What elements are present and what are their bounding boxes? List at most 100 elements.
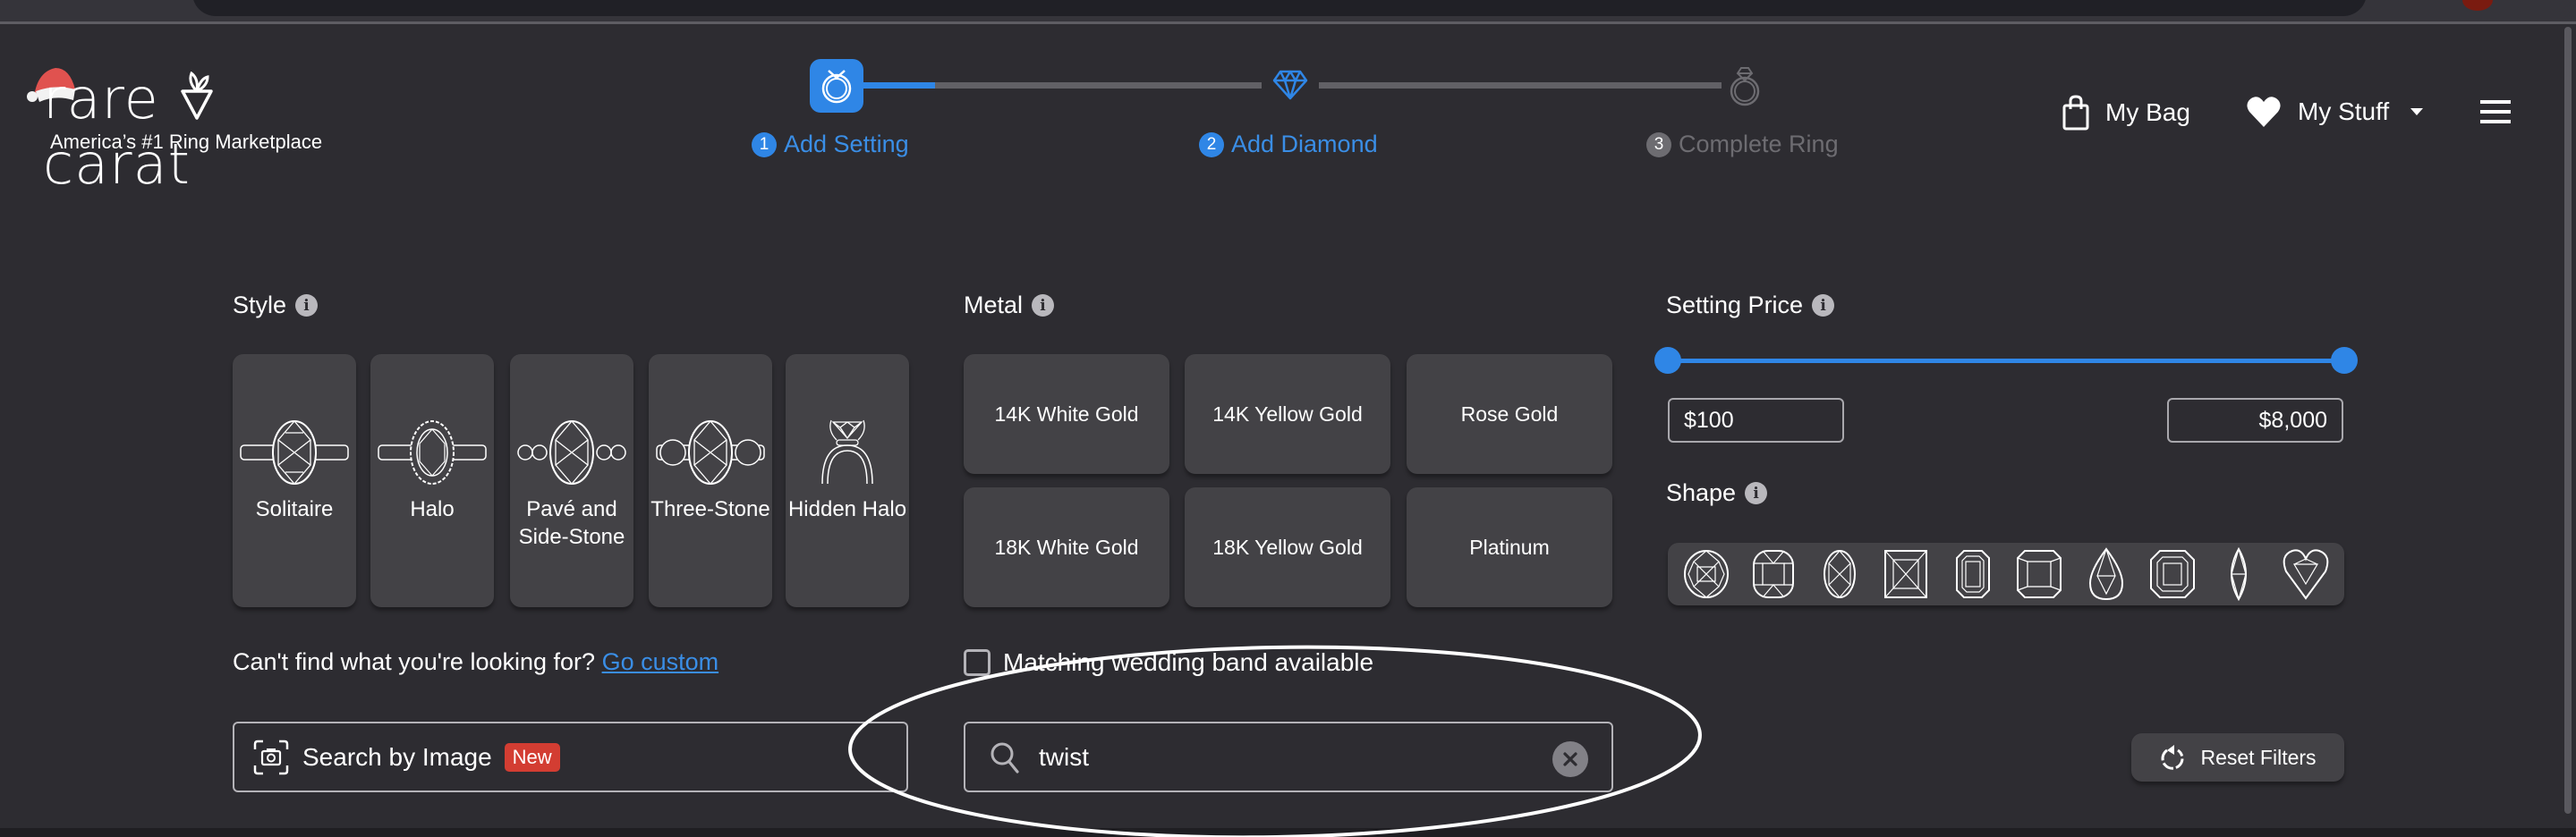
shape-title: Shape	[1666, 479, 1737, 506]
step-progress-track-2	[1319, 82, 1722, 89]
shopping-bag-icon	[2062, 95, 2089, 131]
style-option-label: Three-Stone	[650, 497, 770, 521]
reset-filters-button[interactable]: Reset Filters	[2131, 733, 2344, 782]
shape-option-cushion[interactable]	[1748, 547, 1798, 601]
shape-option-emerald[interactable]	[1948, 547, 1998, 601]
hidden-halo-ring-icon	[821, 419, 873, 485]
style-option-hidden-halo[interactable]: Hidden Halo	[786, 354, 909, 607]
metal-title: Metal	[964, 292, 1024, 318]
solitaire-ring-icon	[240, 420, 349, 485]
setting-price-heading: Setting Price i	[1666, 292, 1835, 319]
brand-tagline: America’s #1 Ring Marketplace	[50, 131, 323, 153]
close-icon	[1563, 752, 1577, 766]
shape-option-marquise[interactable]	[2214, 547, 2264, 601]
brand-logo[interactable]: rare carat America’s #1 Ring Marketplace	[25, 63, 347, 197]
shape-option-oval[interactable]	[1815, 547, 1865, 601]
step-2-number: 2	[1199, 131, 1224, 157]
radiant-shape-icon	[2017, 550, 2062, 598]
matching-band-filter[interactable]: Matching wedding band available	[964, 648, 1373, 677]
clear-search-button[interactable]	[1552, 741, 1588, 777]
style-option-label: Halo	[410, 497, 455, 521]
info-icon[interactable]: i	[1812, 294, 1835, 317]
style-option-halo[interactable]: Halo	[370, 354, 494, 607]
shape-option-pear[interactable]	[2081, 547, 2131, 601]
diamond-step-icon[interactable]	[1271, 70, 1310, 100]
style-option-pave-side-stone[interactable]: Pavé and Side-Stone	[510, 354, 633, 607]
my-stuff-dropdown[interactable]: My Stuff	[2246, 95, 2424, 129]
metal-option-18k-yellow-gold[interactable]: 18K Yellow Gold	[1185, 487, 1390, 607]
style-option-label: Solitaire	[255, 497, 334, 521]
info-icon[interactable]: i	[1745, 482, 1768, 504]
search-by-image-button[interactable]: Search by Image New	[233, 722, 908, 792]
step-1-icon[interactable]	[810, 59, 863, 113]
price-slider-min-handle[interactable]	[1654, 347, 1681, 374]
step-2-label: Add Diamond	[1231, 131, 1378, 157]
keyword-search-input[interactable]	[1037, 741, 1542, 773]
metal-option-18k-white-gold[interactable]: 18K White Gold	[964, 487, 1169, 607]
marquise-shape-icon	[2231, 547, 2248, 601]
search-by-image-label: Search by Image	[302, 742, 492, 771]
step-progress-track-1	[935, 82, 1262, 89]
address-bar[interactable]	[192, 0, 2367, 16]
step-2-add-diamond[interactable]: 2 Add Diamond	[1199, 131, 1378, 158]
oval-shape-icon	[1823, 550, 1856, 598]
max-price-input[interactable]	[2167, 398, 2343, 443]
style-option-label: Hidden Halo	[787, 497, 907, 521]
custom-prompt: Can't find what you're looking for? Go c…	[233, 648, 718, 676]
step-3-number: 3	[1646, 131, 1671, 157]
style-title: Style	[233, 292, 287, 318]
shape-option-round[interactable]	[1681, 547, 1731, 601]
cushion-shape-icon	[1752, 550, 1794, 598]
step-1-number: 1	[752, 131, 777, 157]
reset-filters-label: Reset Filters	[2200, 745, 2317, 769]
caret-down-icon	[2410, 108, 2424, 115]
my-bag-link[interactable]: My Bag	[2062, 95, 2190, 131]
page-bottom-edge	[0, 828, 2576, 837]
step-progress-filled	[863, 82, 935, 89]
camera-scan-icon	[253, 740, 289, 774]
metal-option-platinum[interactable]: Platinum	[1407, 487, 1612, 607]
step-1-add-setting[interactable]: 1 Add Setting	[752, 131, 909, 158]
style-option-three-stone[interactable]: Three-Stone	[649, 354, 772, 607]
page-scrollbar[interactable]	[2564, 27, 2572, 814]
metal-option-rose-gold[interactable]: Rose Gold	[1407, 354, 1612, 474]
three-stone-ring-icon	[656, 420, 765, 485]
reset-icon	[2161, 745, 2184, 770]
keyword-search-field[interactable]	[964, 722, 1613, 792]
princess-shape-icon	[1884, 550, 1928, 598]
hamburger-menu-icon[interactable]	[2480, 100, 2511, 123]
shape-option-princess[interactable]	[1881, 547, 1931, 601]
heart-icon	[2247, 97, 2281, 127]
metal-option-14k-yellow-gold[interactable]: 14K Yellow Gold	[1185, 354, 1390, 474]
min-price-input[interactable]	[1668, 398, 1844, 443]
setting-price-title: Setting Price	[1666, 292, 1804, 318]
info-icon[interactable]: i	[1032, 294, 1055, 317]
new-badge: New	[504, 742, 560, 772]
matching-band-label: Matching wedding band available	[1003, 648, 1374, 676]
ring-setting-icon	[821, 70, 852, 104]
metal-option-14k-white-gold[interactable]: 14K White Gold	[964, 354, 1169, 474]
go-custom-link[interactable]: Go custom	[602, 648, 719, 675]
matching-band-checkbox[interactable]	[964, 649, 990, 676]
complete-ring-step-icon[interactable]	[1729, 66, 1761, 107]
shape-selector	[1668, 543, 2344, 605]
step-1-label: Add Setting	[784, 131, 909, 157]
shape-option-radiant[interactable]	[2014, 547, 2064, 601]
asscher-shape-icon	[2149, 550, 2195, 598]
custom-prompt-text: Can't find what you're looking for?	[233, 648, 596, 675]
price-slider-track[interactable]	[1668, 359, 2344, 363]
style-heading: Style i	[233, 292, 319, 319]
step-3-label: Complete Ring	[1679, 131, 1839, 157]
price-slider-max-handle[interactable]	[2331, 347, 2358, 374]
shape-heading: Shape i	[1666, 479, 1768, 507]
halo-ring-icon	[378, 420, 487, 485]
metal-heading: Metal i	[964, 292, 1055, 319]
shape-option-heart[interactable]	[2281, 547, 2331, 601]
shape-option-asscher[interactable]	[2147, 547, 2198, 601]
step-3-complete-ring[interactable]: 3 Complete Ring	[1646, 131, 1839, 158]
info-icon[interactable]: i	[295, 294, 319, 317]
pear-shape-icon	[2088, 547, 2123, 601]
style-option-solitaire[interactable]: Solitaire	[233, 354, 356, 607]
style-option-label: Pavé and Side-Stone	[518, 497, 625, 549]
heart-shape-icon	[2283, 549, 2328, 600]
